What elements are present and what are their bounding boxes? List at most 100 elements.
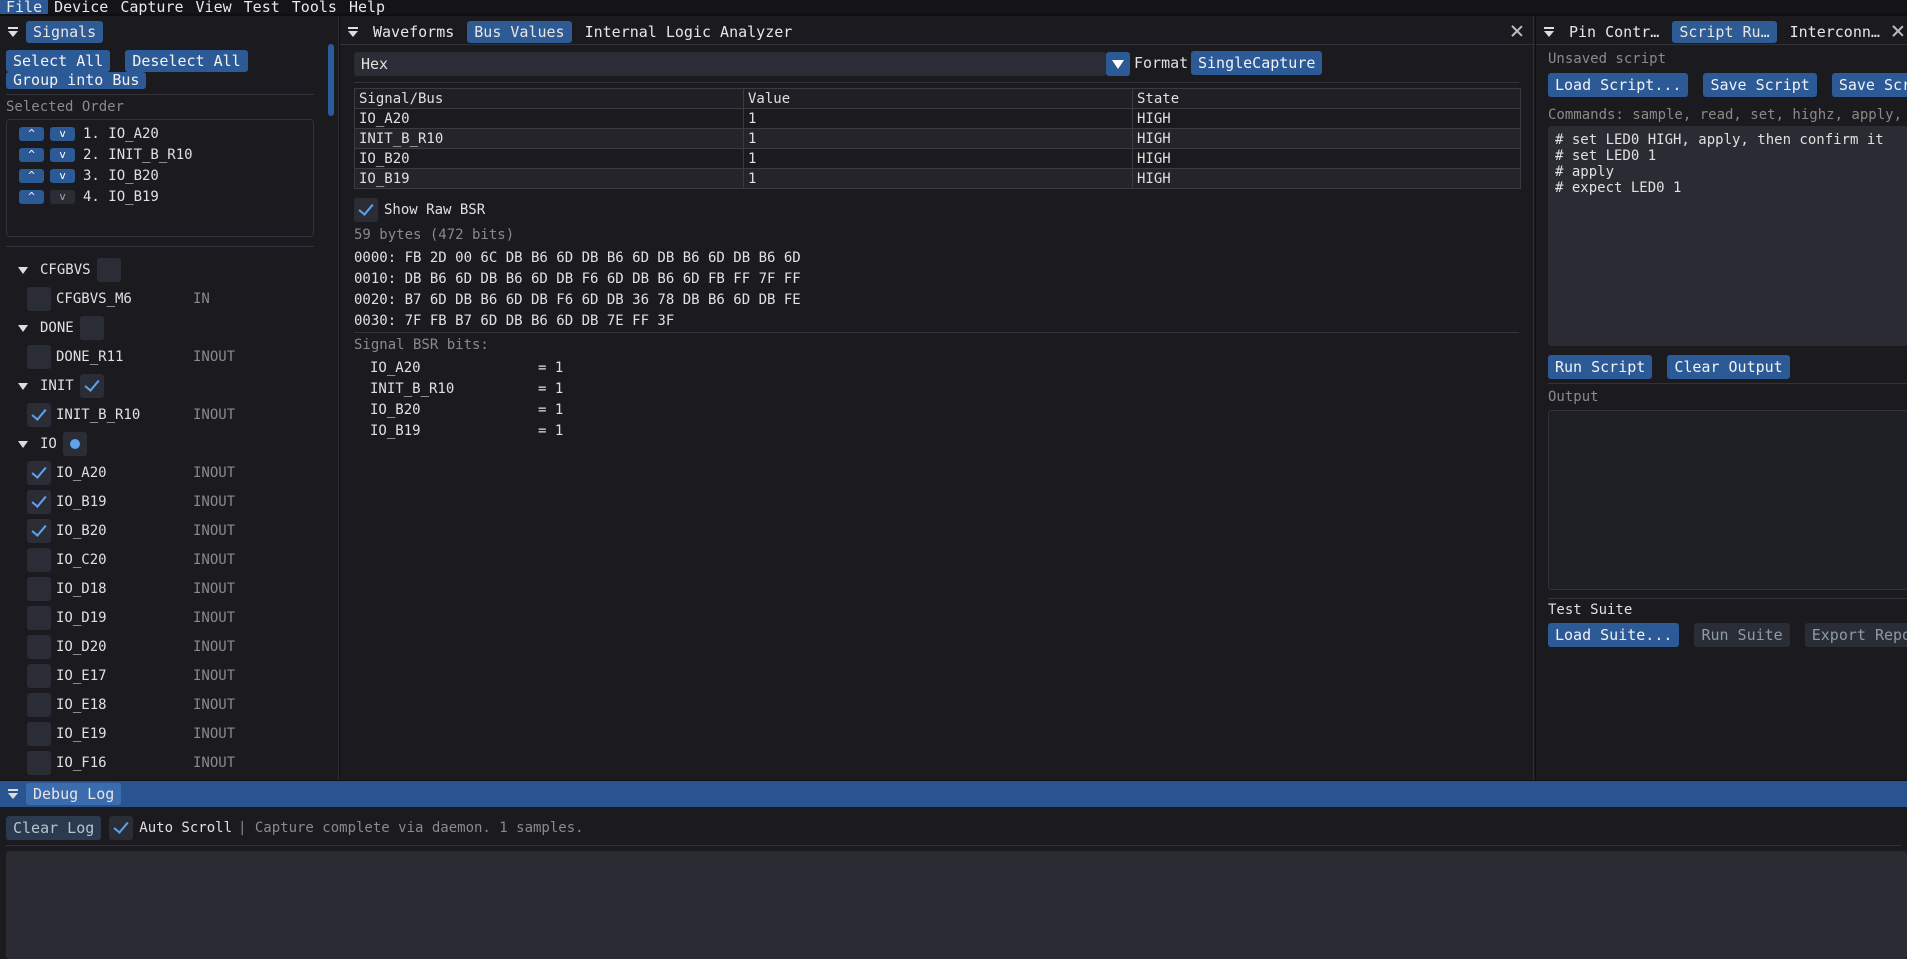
show-raw-bsr-checkbox[interactable] (354, 198, 378, 222)
panel-menu-icon[interactable] (8, 27, 18, 37)
tab-script-runner[interactable]: Script Ru… (1672, 21, 1777, 43)
panel-menu-icon[interactable] (348, 27, 358, 37)
expand-arrow-icon[interactable] (18, 266, 28, 274)
deselect-all-button[interactable]: Deselect All (125, 50, 248, 72)
group-into-bus-button[interactable]: Group into Bus (6, 72, 147, 89)
tab-waveforms[interactable]: Waveforms (366, 21, 461, 43)
bus-values-panel: Waveforms Bus Values Internal Logic Analyz… (340, 16, 1535, 780)
tab-pin-control[interactable]: Pin Contr… (1562, 21, 1666, 43)
signal-row[interactable]: CFGBVS_M6 IN (27, 287, 210, 311)
output-area[interactable] (1548, 410, 1907, 590)
tab-internal-logic-analyzer[interactable]: Internal Logic Analyzer (578, 21, 800, 43)
move-up-button[interactable]: ^ (19, 169, 44, 183)
expand-arrow-icon[interactable] (18, 324, 28, 332)
export-report-button[interactable]: Export Report... (1804, 623, 1907, 647)
signal-checkbox[interactable] (27, 751, 51, 775)
move-down-button[interactable]: v (50, 190, 75, 204)
signal-checkbox[interactable] (27, 606, 51, 630)
group-row-cfgbvs[interactable]: CFGBVS (18, 258, 121, 282)
chevron-down-icon[interactable] (1106, 52, 1130, 76)
signal-row[interactable]: IO_A20 INOUT (27, 461, 235, 485)
close-icon[interactable] (1511, 25, 1523, 37)
signal-row[interactable]: IO_E18 INOUT (27, 693, 235, 717)
table-row[interactable]: IO_A20 1 HIGH (354, 108, 1521, 129)
signals-scrollbar[interactable] (328, 44, 334, 116)
signal-checkbox[interactable] (27, 490, 51, 514)
tab-bus-values[interactable]: Bus Values (467, 21, 572, 43)
signal-row[interactable]: IO_D20 INOUT (27, 635, 235, 659)
signal-row[interactable]: IO_D18 INOUT (27, 577, 235, 601)
table-row[interactable]: INIT_B_R10 1 HIGH (354, 128, 1521, 149)
tab-interconnect[interactable]: Interconn… (1783, 21, 1887, 43)
move-down-button[interactable]: v (50, 148, 75, 162)
run-suite-button[interactable]: Run Suite (1694, 623, 1790, 647)
group-checkbox[interactable] (96, 258, 121, 282)
signal-row[interactable]: IO_E17 INOUT (27, 664, 235, 688)
clear-output-button[interactable]: Clear Output (1667, 355, 1790, 379)
run-script-button[interactable]: Run Script (1548, 355, 1653, 379)
log-area[interactable] (6, 851, 1907, 959)
signal-row[interactable]: IO_D19 INOUT (27, 606, 235, 630)
group-checkbox[interactable] (79, 316, 104, 340)
tab-debug-log[interactable]: Debug Log (26, 783, 122, 805)
menu-item-file[interactable]: File (0, 0, 49, 15)
signal-row[interactable]: IO_B20 INOUT (27, 519, 235, 543)
select-all-button[interactable]: Select All (6, 50, 111, 72)
group-row-io[interactable]: IO (18, 432, 87, 456)
script-runner-panel: Pin Contr… Script Ru… Interconn… Unsaved s… (1536, 16, 1907, 780)
load-suite-button[interactable]: Load Suite... (1548, 623, 1680, 647)
signal-name: IO_D20 (56, 639, 107, 655)
close-icon[interactable] (1892, 25, 1904, 37)
signal-checkbox[interactable] (27, 403, 51, 427)
format-select[interactable]: Hex (354, 52, 1106, 76)
panel-menu-icon[interactable] (1544, 27, 1554, 37)
signal-checkbox[interactable] (27, 722, 51, 746)
save-script-as-button[interactable]: Save Script A (1831, 73, 1907, 97)
capture-mode-button[interactable]: SingleCapture (1191, 51, 1323, 75)
move-down-button[interactable]: v (50, 169, 75, 183)
signal-checkbox[interactable] (27, 635, 51, 659)
signal-checkbox[interactable] (27, 287, 51, 311)
move-down-button[interactable]: v (50, 127, 75, 141)
tab-signals[interactable]: Signals (26, 21, 104, 43)
menu-item-view[interactable]: View (190, 0, 238, 15)
move-up-button[interactable]: ^ (19, 148, 44, 162)
save-script-button[interactable]: Save Script (1703, 73, 1817, 97)
auto-scroll-checkbox[interactable] (109, 816, 134, 840)
signal-row[interactable]: IO_F16 INOUT (27, 751, 235, 775)
signal-checkbox[interactable] (27, 664, 51, 688)
group-checkbox[interactable] (79, 374, 104, 398)
signal-row[interactable]: DONE_R11 INOUT (27, 345, 235, 369)
group-row-init[interactable]: INIT (18, 374, 104, 398)
debug-log-panel: Debug Log Clear Log Auto Scroll | Captur… (0, 781, 1907, 959)
move-up-button[interactable]: ^ (19, 127, 44, 141)
signal-row[interactable]: INIT_B_R10 INOUT (27, 403, 235, 427)
menu-item-capture[interactable]: Capture (114, 0, 189, 15)
clear-log-button[interactable]: Clear Log (6, 816, 102, 840)
menu-item-device[interactable]: Device (48, 0, 114, 15)
group-name: IO (40, 436, 57, 452)
expand-arrow-icon[interactable] (18, 440, 28, 448)
table-row[interactable]: IO_B19 1 HIGH (354, 168, 1521, 189)
group-checkbox[interactable] (62, 432, 87, 456)
menu-item-test[interactable]: Test (238, 0, 286, 15)
script-line: # expect LED0 1 (1555, 180, 1682, 196)
group-row-done[interactable]: DONE (18, 316, 104, 340)
signal-checkbox[interactable] (27, 693, 51, 717)
signal-checkbox[interactable] (27, 519, 51, 543)
panel-menu-icon[interactable] (8, 789, 18, 799)
move-up-button[interactable]: ^ (19, 190, 44, 204)
menu-item-help[interactable]: Help (343, 0, 391, 15)
load-script-button[interactable]: Load Script... (1548, 73, 1689, 97)
signal-row[interactable]: IO_C20 INOUT (27, 548, 235, 572)
signal-checkbox[interactable] (27, 577, 51, 601)
signal-checkbox[interactable] (27, 345, 51, 369)
script-editor[interactable]: # set LED0 HIGH, apply, then confirm it #… (1548, 126, 1907, 346)
table-row[interactable]: IO_B20 1 HIGH (354, 148, 1521, 169)
menu-item-tools[interactable]: Tools (286, 0, 343, 15)
signal-checkbox[interactable] (27, 461, 51, 485)
signal-row[interactable]: IO_B19 INOUT (27, 490, 235, 514)
signal-checkbox[interactable] (27, 548, 51, 572)
signal-row[interactable]: IO_E19 INOUT (27, 722, 235, 746)
expand-arrow-icon[interactable] (18, 382, 28, 390)
